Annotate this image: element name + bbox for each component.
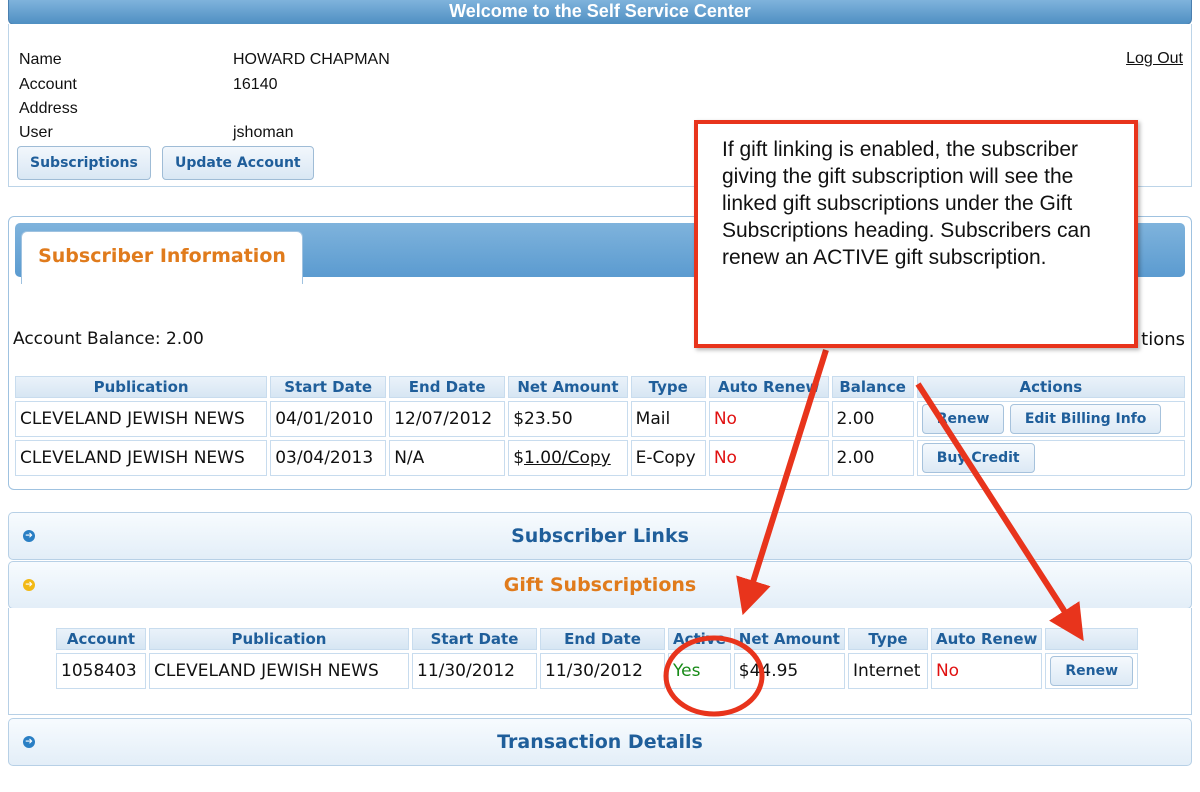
arrow-to-active xyxy=(736,349,829,616)
highlight-circle xyxy=(663,635,765,717)
annotation-callout: If gift linking is enabled, the subscrib… xyxy=(694,120,1138,348)
annotation-overlay xyxy=(663,349,1084,717)
page-frame: Welcome to the Self Service Center Name H… xyxy=(0,0,1200,792)
arrow-to-renew xyxy=(915,382,1084,642)
